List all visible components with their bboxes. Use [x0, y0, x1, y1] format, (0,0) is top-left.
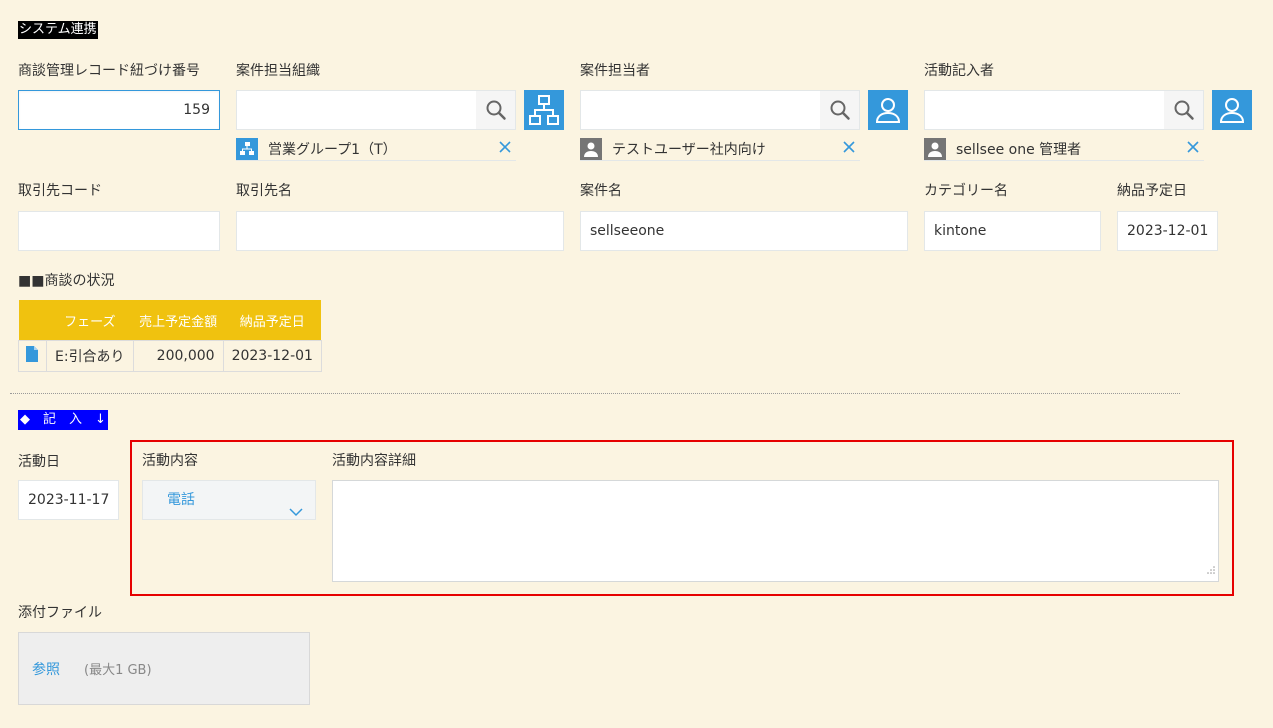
chevron-down-icon — [289, 494, 303, 532]
recorder-chip-label: sellsee one 管理者 — [956, 141, 1082, 158]
person-search-input[interactable] — [580, 90, 821, 130]
table-header-amount: 売上予定金額 — [133, 300, 224, 341]
client-name-input[interactable] — [236, 211, 564, 251]
section-header-system: システム連携 — [18, 21, 98, 39]
search-icon — [830, 100, 850, 120]
org-chip: 営業グループ1（T） — [236, 137, 516, 161]
activity-date-input[interactable]: 2023-11-17 — [18, 480, 119, 520]
org-select-button[interactable] — [524, 90, 564, 130]
phase-cell: E:引合あり — [46, 340, 134, 372]
search-icon — [1174, 100, 1194, 120]
case-name-label: 案件名 — [580, 183, 622, 199]
client-name-label: 取引先名 — [236, 183, 292, 199]
deal-status-title: ■■商談の状況 — [18, 273, 115, 289]
org-icon — [236, 137, 258, 160]
category-input[interactable]: kintone — [924, 211, 1101, 251]
user-icon — [924, 137, 946, 160]
activity-content-label: 活動内容 — [142, 453, 198, 469]
attachment-limit: (最大1 GB) — [84, 663, 152, 678]
resize-icon[interactable] — [1206, 563, 1216, 579]
table-header-date: 納品予定日 — [223, 300, 322, 341]
close-icon[interactable] — [498, 140, 512, 158]
activity-content-value: 電話 — [167, 492, 195, 508]
client-code-input[interactable] — [18, 211, 220, 251]
user-icon — [580, 137, 602, 160]
search-icon — [486, 100, 506, 120]
case-name-input[interactable]: sellseeone — [580, 211, 908, 251]
deal-number-label: 商談管理レコード紐づけ番号 — [18, 63, 200, 79]
category-label: カテゴリー名 — [924, 183, 1008, 199]
file-icon[interactable] — [25, 345, 39, 363]
table-header-icon — [18, 300, 47, 341]
client-code-label: 取引先コード — [18, 183, 102, 199]
close-icon[interactable] — [1186, 140, 1200, 158]
delivery-date-input[interactable]: 2023-12-01 — [1117, 211, 1218, 251]
activity-detail-textarea[interactable] — [332, 480, 1219, 582]
recorder-search-button[interactable] — [1164, 90, 1204, 130]
amount-cell: 200,000 — [132, 340, 224, 372]
activity-date-label: 活動日 — [18, 454, 60, 470]
user-icon — [875, 98, 901, 123]
table-row: E:引合あり 200,000 2023-12-01 — [18, 340, 322, 372]
org-search-button[interactable] — [476, 90, 516, 130]
person-select-button[interactable] — [868, 90, 908, 130]
section-header-entry: ◆ 記 入 ↓ — [18, 410, 108, 430]
deal-number-input[interactable]: 159 — [18, 90, 220, 130]
close-icon[interactable] — [842, 140, 856, 158]
org-search-input[interactable] — [236, 90, 477, 130]
person-chip: テストユーザー社内向け — [580, 137, 860, 161]
delivery-date-label: 納品予定日 — [1117, 183, 1187, 199]
activity-content-dropdown[interactable]: 電話 — [142, 480, 316, 520]
org-icon — [529, 95, 559, 125]
recorder-chip: sellsee one 管理者 — [924, 137, 1204, 161]
org-label: 案件担当組織 — [236, 63, 320, 79]
person-label: 案件担当者 — [580, 63, 650, 79]
attachment-label: 添付ファイル — [18, 605, 102, 621]
org-chip-label: 営業グループ1（T） — [268, 141, 397, 158]
recorder-select-button[interactable] — [1212, 90, 1252, 130]
table-header-phase: フェーズ — [46, 300, 134, 341]
person-chip-label: テストユーザー社内向け — [612, 141, 766, 158]
attachment-browse-link[interactable]: 参照 — [32, 659, 60, 679]
recorder-label: 活動記入者 — [924, 63, 994, 79]
table-row-icon-cell[interactable] — [18, 340, 47, 372]
section-divider — [10, 393, 1180, 394]
user-icon — [1219, 98, 1245, 123]
deal-status-table: フェーズ 売上予定金額 納品予定日 E:引合あり 200,000 2023-12… — [18, 300, 322, 372]
person-search-button[interactable] — [820, 90, 860, 130]
attachment-dropzone[interactable]: 参照 (最大1 GB) — [18, 632, 310, 705]
activity-detail-label: 活動内容詳細 — [332, 453, 416, 469]
recorder-search-input[interactable] — [924, 90, 1165, 130]
date-cell: 2023-12-01 — [222, 340, 322, 372]
